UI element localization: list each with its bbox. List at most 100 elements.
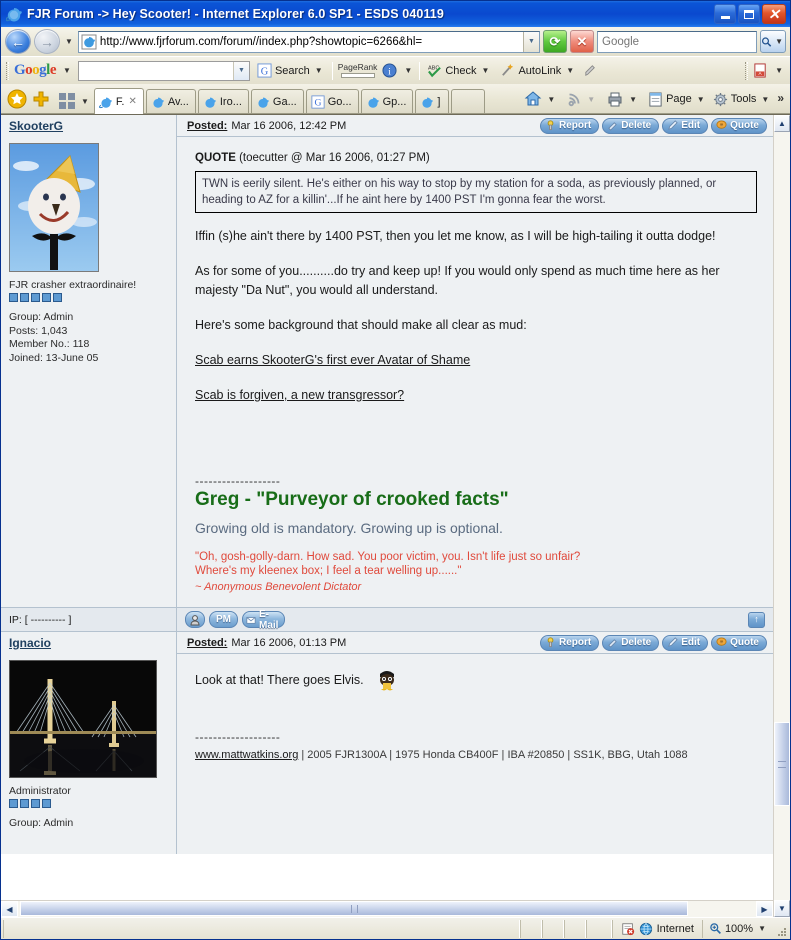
horizontal-scrollbar[interactable]: ◀ ▶ xyxy=(1,900,773,917)
tab-2[interactable]: Iro... xyxy=(197,89,249,113)
tab-5[interactable]: Gp... xyxy=(360,89,414,113)
search-box[interactable] xyxy=(597,30,757,53)
chevron-down-icon[interactable]: ▼ xyxy=(564,66,576,75)
security-zone[interactable]: Internet xyxy=(611,919,702,938)
ip-text-0: IP: [ ---------- ] xyxy=(1,607,177,632)
report-button-0[interactable]: Report xyxy=(539,117,600,134)
quick-tabs-button[interactable]: ▼ xyxy=(59,93,91,109)
minimize-button[interactable] xyxy=(714,4,736,24)
maximize-button[interactable] xyxy=(738,4,760,24)
google-search-button[interactable]: G Search ▼ xyxy=(255,62,327,79)
zoom-dropdown-icon[interactable]: ▼ xyxy=(756,924,768,933)
add-to-favorites-icon[interactable] xyxy=(31,89,51,109)
forward-button[interactable]: → xyxy=(34,29,60,54)
chevron-down-icon[interactable]: ▼ xyxy=(79,97,91,106)
print-dropdown-icon[interactable]: ▼ xyxy=(627,95,639,104)
email-icon xyxy=(246,616,256,624)
elvis-emoticon-icon xyxy=(379,671,394,691)
vscroll-thumb[interactable] xyxy=(774,722,790,806)
history-dropdown-icon[interactable]: ▼ xyxy=(63,37,75,46)
post-author-link-0[interactable]: SkooterG xyxy=(9,119,63,133)
user-stats-1: Group: Admin xyxy=(9,817,168,831)
back-button[interactable]: ← xyxy=(5,29,31,54)
edit-button-0[interactable]: Edit xyxy=(662,117,709,134)
tab-3[interactable]: Ga... xyxy=(250,89,304,113)
zoom-icon xyxy=(710,923,721,934)
signature-link-1[interactable]: www.mattwatkins.org xyxy=(195,749,298,761)
tab-close-icon[interactable]: ✕ xyxy=(128,96,136,107)
spell-check-button[interactable]: ABC Check ▼ xyxy=(425,62,493,79)
signature-title-0: Greg - "Purveyor of crooked facts" xyxy=(195,489,509,510)
chevron-down-icon[interactable]: ▼ xyxy=(480,66,492,75)
pdf-dropdown-icon[interactable]: ▼ xyxy=(773,66,785,75)
google-history-dropdown-icon[interactable]: ▼ xyxy=(232,61,249,80)
home-icon[interactable] xyxy=(523,89,543,109)
report-button-1[interactable]: Report xyxy=(539,634,600,651)
scroll-left-button[interactable]: ◀ xyxy=(1,901,18,917)
address-dropdown-icon[interactable]: ▼ xyxy=(523,31,539,52)
pm-button-0[interactable]: PM xyxy=(209,611,238,628)
tools-menu-button[interactable]: Tools ▼ xyxy=(711,91,774,108)
window-controls: ✕ xyxy=(714,4,788,24)
profile-button-0[interactable] xyxy=(185,611,205,628)
pdf-icon[interactable]: A xyxy=(753,62,768,79)
search-input[interactable] xyxy=(598,35,756,48)
tab-0[interactable]: F. ✕ xyxy=(93,88,144,114)
post-link-0-0[interactable]: Scab earns SkooterG's first ever Avatar … xyxy=(195,351,470,370)
chevron-down-icon[interactable]: ▼ xyxy=(313,66,325,75)
address-bar[interactable]: http://www.fjrforum.com/forum//index.php… xyxy=(77,30,540,53)
google-search-box[interactable]: ▼ xyxy=(77,60,250,81)
google-search-input[interactable] xyxy=(78,64,233,77)
quote-meta: (toecutter @ Mar 16 2006, 01:27 PM) xyxy=(239,152,430,164)
back-to-top-button-0[interactable]: ↑ xyxy=(748,611,765,628)
zoom-control[interactable]: 100% ▼ xyxy=(701,919,774,938)
stop-button[interactable]: ✕ xyxy=(570,30,594,53)
page-menu-button[interactable]: Page ▼ xyxy=(646,91,709,108)
hscroll-thumb[interactable] xyxy=(20,901,688,916)
chevron-down-icon[interactable]: ▼ xyxy=(759,95,771,104)
signature-quote-line2-0: Where's my kleenex box; I feel a tear we… xyxy=(195,565,462,577)
favorites-center-icon[interactable] xyxy=(7,89,27,109)
post-link-0-1[interactable]: Scab is forgiven, a new transgressor? xyxy=(195,386,404,405)
vscroll-track[interactable] xyxy=(774,132,790,900)
email-button-0[interactable]: E-Mail xyxy=(242,609,286,631)
toolbar-overflow-icon[interactable]: » xyxy=(775,91,786,105)
toolbar-grip-right[interactable] xyxy=(745,61,749,80)
google-menu-icon[interactable]: ▼ xyxy=(61,66,73,75)
search-dropdown-icon[interactable]: ▼ xyxy=(773,37,785,46)
post-actions-1: Report Delete Edit ” Quote xyxy=(539,634,767,651)
search-go-button[interactable]: ▼ xyxy=(760,30,786,53)
refresh-button[interactable]: ⟳ xyxy=(543,30,567,53)
resize-grip[interactable] xyxy=(774,920,788,938)
svg-text:i: i xyxy=(389,67,392,77)
edit-button-1[interactable]: Edit xyxy=(662,634,709,651)
highlighter-icon[interactable] xyxy=(583,63,598,78)
hscroll-track[interactable] xyxy=(18,901,756,917)
page-scroll-region[interactable]: SkooterG Posted: Mar 16 2006, 12:42 PM R… xyxy=(1,115,773,900)
tab-6[interactable]: ] xyxy=(415,89,450,113)
tab-4[interactable]: G Go... xyxy=(305,89,359,113)
scroll-up-button[interactable]: ▲ xyxy=(774,115,790,132)
delete-button-0[interactable]: Delete xyxy=(602,117,660,134)
new-tab-button[interactable] xyxy=(451,89,486,113)
home-dropdown-icon[interactable]: ▼ xyxy=(545,95,557,104)
tab-label-6: ] xyxy=(437,95,441,108)
vertical-scrollbar[interactable]: ▲ ▼ xyxy=(773,115,790,917)
scroll-down-button[interactable]: ▼ xyxy=(774,900,790,917)
print-icon[interactable] xyxy=(605,89,625,109)
google-logo: Google xyxy=(14,62,57,78)
feeds-dropdown-icon[interactable]: ▼ xyxy=(585,95,597,104)
autolink-button[interactable]: AutoLink ▼ xyxy=(498,62,578,79)
rss-feeds-icon[interactable] xyxy=(565,90,583,108)
delete-button-1[interactable]: Delete xyxy=(602,634,660,651)
tab-1[interactable]: Av... xyxy=(145,89,196,113)
close-button[interactable]: ✕ xyxy=(762,4,786,24)
chevron-down-icon[interactable]: ▼ xyxy=(695,95,707,104)
quote-button-1[interactable]: ” Quote xyxy=(711,634,767,651)
scroll-right-button[interactable]: ▶ xyxy=(756,901,773,917)
toolbar-grip[interactable] xyxy=(6,61,9,80)
info-icon[interactable]: i xyxy=(382,62,397,79)
pagerank-dropdown-icon[interactable]: ▼ xyxy=(402,66,414,75)
quote-button-0[interactable]: ” Quote xyxy=(711,117,767,134)
post-author-link-1[interactable]: Ignacio xyxy=(9,636,51,650)
